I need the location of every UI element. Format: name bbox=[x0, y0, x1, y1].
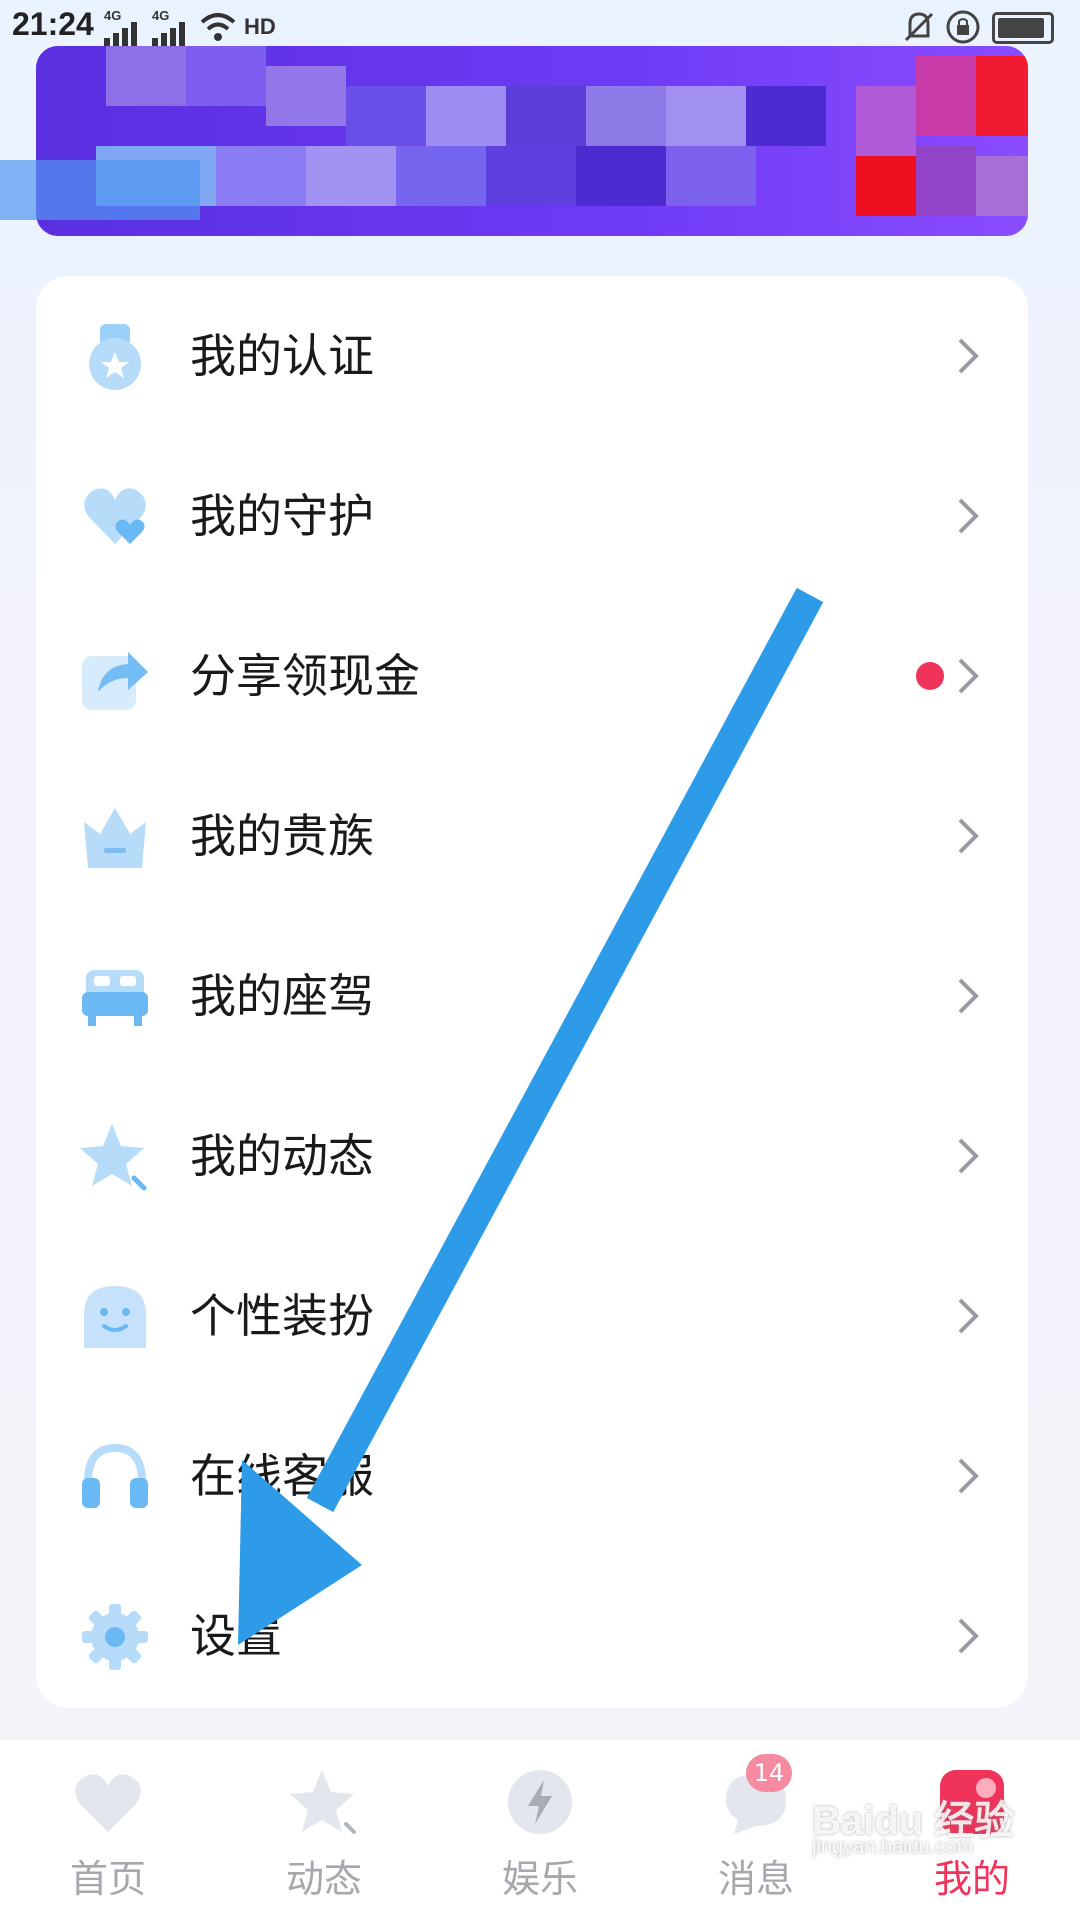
menu-item-label: 我的贵族 bbox=[190, 809, 374, 863]
menu-item-label: 设置 bbox=[190, 1609, 282, 1663]
banner-blur-overlay bbox=[0, 160, 200, 220]
chevron-right-icon bbox=[958, 818, 979, 854]
tab-entertainment[interactable]: 娱乐 bbox=[432, 1740, 648, 1920]
menu-item-label: 我的座驾 bbox=[190, 969, 374, 1023]
menu-item-vehicle[interactable]: 我的座驾 bbox=[36, 916, 1028, 1076]
chevron-right-icon bbox=[958, 658, 979, 694]
menu-item-label: 在线客服 bbox=[190, 1449, 374, 1503]
menu-item-label: 分享领现金 bbox=[190, 649, 420, 703]
lightning-icon bbox=[508, 1770, 572, 1834]
medal-icon bbox=[89, 324, 141, 390]
tab-label: 娱乐 bbox=[501, 1857, 578, 1901]
menu-item-certification[interactable]: 我的认证 bbox=[36, 276, 1028, 436]
heart-icon bbox=[75, 1774, 141, 1832]
bell-mute-icon bbox=[904, 12, 934, 42]
headphones-icon bbox=[82, 1443, 148, 1508]
share-icon bbox=[82, 652, 148, 710]
tab-label: 首页 bbox=[69, 1857, 146, 1901]
chevron-right-icon bbox=[958, 978, 979, 1014]
star-icon bbox=[80, 1124, 147, 1191]
menu-item-customer-service[interactable]: 在线客服 bbox=[36, 1396, 1028, 1556]
menu-item-dress-up[interactable]: 个性装扮 bbox=[36, 1236, 1028, 1396]
chevron-right-icon bbox=[958, 1458, 979, 1494]
wifi-icon bbox=[200, 13, 236, 41]
hd-icon: HD bbox=[244, 14, 276, 39]
menu-item-moments[interactable]: 我的动态 bbox=[36, 1076, 1028, 1236]
watermark-url: jingyan.baidu.com bbox=[812, 1836, 974, 1858]
battery-icon bbox=[992, 12, 1054, 44]
menu-item-nobility[interactable]: 我的贵族 bbox=[36, 756, 1028, 916]
chevron-right-icon bbox=[958, 1298, 979, 1334]
message-badge: 14 bbox=[746, 1754, 792, 1792]
menu-item-share-cash[interactable]: 分享领现金 bbox=[36, 596, 1028, 756]
gear-icon bbox=[82, 1604, 148, 1670]
status-time: 21:24 bbox=[12, 6, 94, 42]
menu-card: 我的认证 我的守护 分享领现金 我的贵族 我的座驾 我的动态 个性装扮 在线客服… bbox=[36, 276, 1028, 1708]
menu-item-label: 我的认证 bbox=[190, 329, 374, 383]
menu-item-label: 我的动态 bbox=[190, 1129, 374, 1183]
rotation-lock-icon bbox=[946, 10, 980, 44]
signal-icon-1 bbox=[104, 22, 140, 46]
network-type-1: 4G bbox=[104, 8, 122, 23]
tab-label: 动态 bbox=[285, 1857, 362, 1901]
tab-moments[interactable]: 动态 bbox=[216, 1740, 432, 1920]
tab-home[interactable]: 首页 bbox=[0, 1740, 216, 1920]
car-icon bbox=[82, 970, 148, 1026]
menu-item-label: 我的守护 bbox=[190, 489, 374, 543]
chevron-right-icon bbox=[958, 498, 979, 534]
menu-item-settings[interactable]: 设置 bbox=[36, 1556, 1028, 1716]
chevron-right-icon bbox=[958, 1138, 979, 1174]
ghost-icon bbox=[84, 1286, 146, 1348]
star-icon bbox=[290, 1770, 356, 1834]
signal-icon-2 bbox=[152, 22, 188, 46]
chevron-right-icon bbox=[958, 338, 979, 374]
notification-dot bbox=[916, 662, 944, 690]
heart-icon bbox=[84, 488, 146, 544]
network-type-2: 4G bbox=[152, 8, 170, 23]
menu-item-label: 个性装扮 bbox=[190, 1289, 374, 1343]
crown-icon bbox=[84, 808, 146, 868]
menu-item-guard[interactable]: 我的守护 bbox=[36, 436, 1028, 596]
chevron-right-icon bbox=[958, 1618, 979, 1654]
